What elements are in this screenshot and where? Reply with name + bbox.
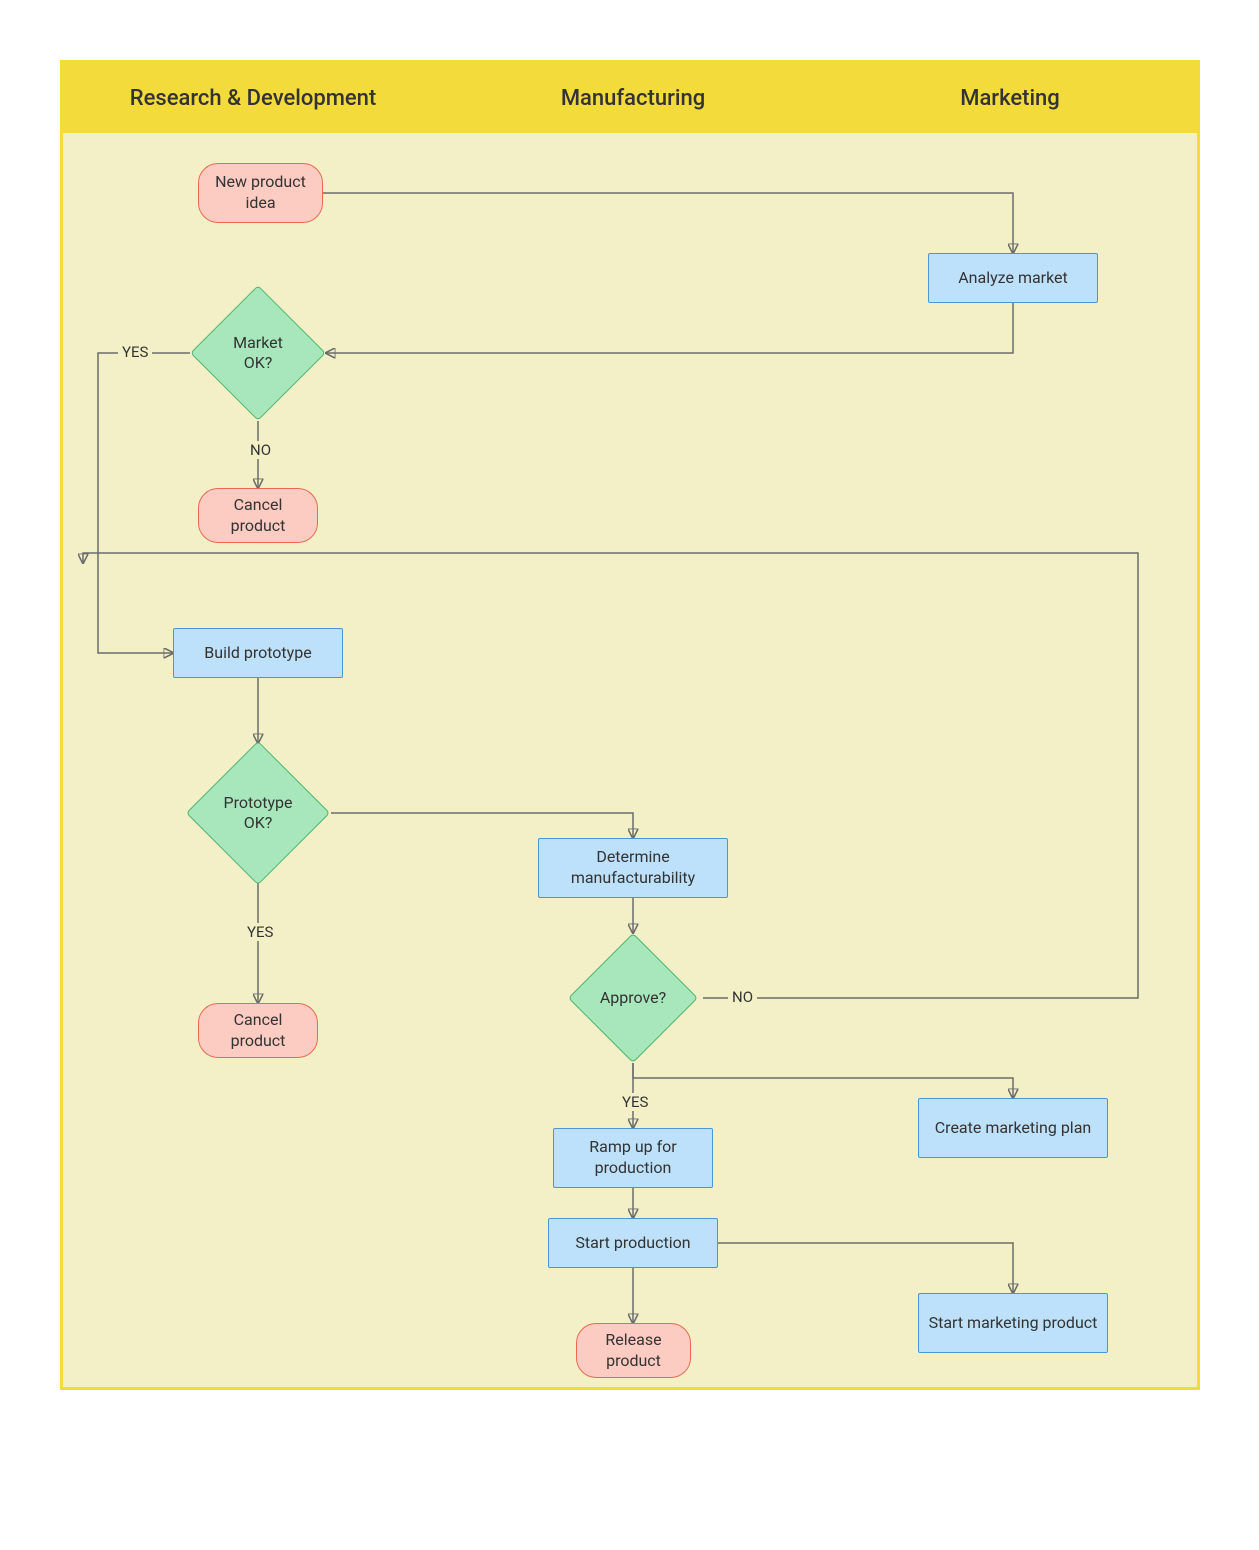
node-prototype-ok-label: Prototype OK? <box>207 762 309 864</box>
diagram-canvas: Research & Development Manufacturing Mar… <box>0 0 1259 1550</box>
node-start-production: Start production <box>548 1218 718 1268</box>
node-cancel-product-1: Cancel product <box>198 488 318 543</box>
edge-label-market-no: NO <box>246 441 275 459</box>
edge-label-approve-yes: YES <box>618 1093 652 1111</box>
node-market-ok-label: Market OK? <box>210 305 306 401</box>
node-approve-label: Approve? <box>587 952 679 1044</box>
node-create-marketing-plan: Create marketing plan <box>918 1098 1108 1158</box>
node-build-prototype: Build prototype <box>173 628 343 678</box>
edge-label-proto-yes: YES <box>243 923 277 941</box>
node-determine-manufacturability: Determine manufacturability <box>538 838 728 898</box>
node-market-ok: Market OK? <box>210 305 306 401</box>
node-start-marketing-product: Start marketing product <box>918 1293 1108 1353</box>
node-analyze-market: Analyze market <box>928 253 1098 303</box>
node-prototype-ok: Prototype OK? <box>207 762 309 864</box>
swimlane-frame: Research & Development Manufacturing Mar… <box>60 60 1200 1390</box>
node-cancel-product-2: Cancel product <box>198 1003 318 1058</box>
edge-label-approve-no: NO <box>728 988 757 1006</box>
node-approve: Approve? <box>587 952 679 1044</box>
node-ramp-up: Ramp up for production <box>553 1128 713 1188</box>
node-new-product-idea: New product idea <box>198 163 323 223</box>
node-release-product: Release product <box>576 1323 691 1378</box>
edge-label-market-yes: YES <box>118 343 152 361</box>
